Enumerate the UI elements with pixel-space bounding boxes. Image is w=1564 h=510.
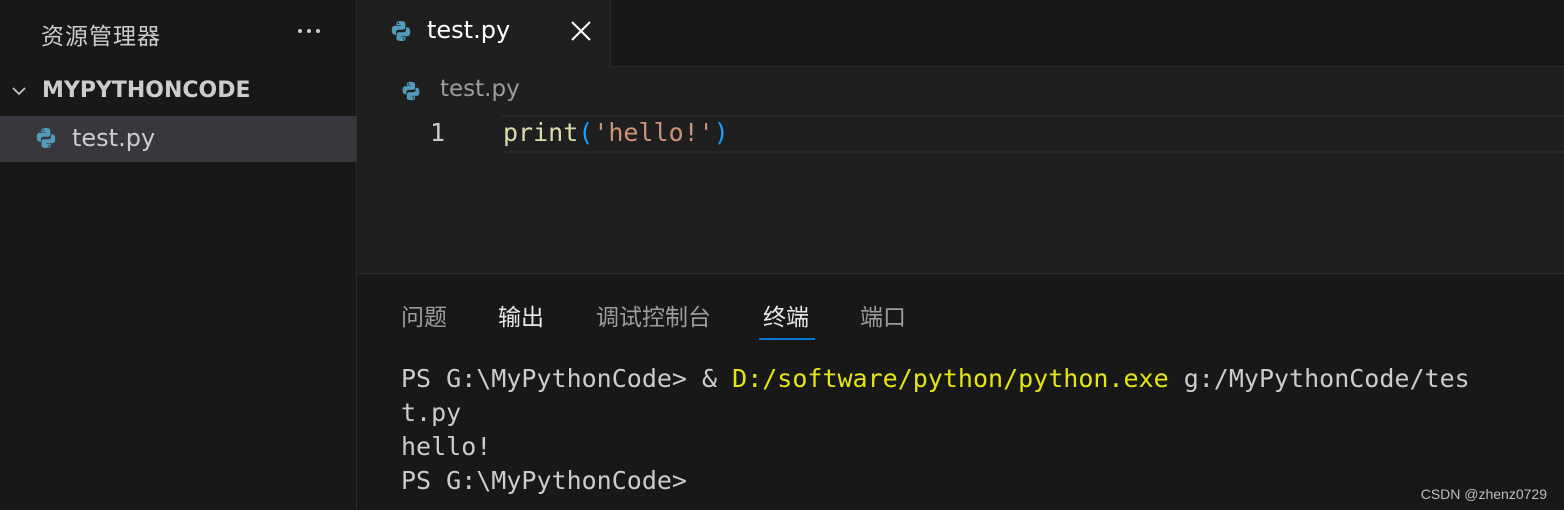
terminal-ampersand: & (702, 364, 733, 393)
tab-output[interactable]: 输出 (498, 298, 544, 332)
terminal-output[interactable]: PS G:\MyPythonCode> & D:/software/python… (401, 362, 1551, 498)
close-icon[interactable] (568, 18, 594, 44)
watermark-text: CSDN @zhenz0729 (1420, 486, 1547, 502)
terminal-prompt: PS G:\MyPythonCode> (401, 466, 687, 495)
file-item-label: test.py (72, 124, 156, 152)
tab-test-py[interactable]: test.py (358, 0, 611, 68)
python-file-icon (402, 81, 420, 101)
explorer-title: 资源管理器 (41, 24, 161, 50)
code-token-paren-open: ( (578, 118, 594, 147)
tab-ports[interactable]: 端口 (860, 298, 906, 332)
ellipsis-icon[interactable] (292, 14, 326, 48)
active-tab-indicator (759, 338, 815, 340)
python-file-icon (36, 128, 56, 148)
bottom-panel: 问题 输出 调试控制台 终端 端口 PS G:\MyPythonCode> & … (358, 273, 1564, 510)
folder-name: MYPYTHONCODE (42, 78, 251, 103)
tab-terminal[interactable]: 终端 (763, 298, 809, 332)
code-text[interactable]: print('hello!') (503, 118, 729, 147)
terminal-argument: g:/MyPythonCode/tes (1168, 364, 1470, 393)
code-token-paren-close: ) (713, 118, 729, 147)
code-token-function: print (503, 118, 579, 147)
tab-label: test.py (427, 16, 511, 44)
terminal-prompt: PS G:\MyPythonCode> (401, 364, 703, 393)
python-file-icon (391, 21, 411, 41)
editor-tab-bar: test.py (358, 0, 1564, 68)
code-token-string: 'hello!' (593, 118, 714, 147)
line-number: 1 (430, 118, 446, 147)
code-line[interactable]: 1 print('hello!') (358, 115, 1564, 153)
terminal-executable-path: D:/software/python/python.exe (732, 364, 1169, 393)
explorer-sidebar: 资源管理器 MYPYTHONCODE test.py (0, 0, 357, 510)
tab-debug-console[interactable]: 调试控制台 (596, 298, 711, 332)
breadcrumb-file-label: test.py (440, 76, 520, 102)
explorer-header: 资源管理器 (0, 0, 357, 64)
editor-area: test.py test.py 1 print('hello!') (358, 0, 1564, 273)
terminal-argument-wrap: t.py (401, 398, 462, 427)
folder-section-header[interactable]: MYPYTHONCODE (0, 70, 357, 114)
tab-problems[interactable]: 问题 (401, 298, 447, 332)
file-item-test-py[interactable]: test.py (0, 116, 357, 162)
vscode-window: 资源管理器 MYPYTHONCODE test.py test.py test.… (0, 0, 1564, 510)
terminal-program-output: hello! (401, 432, 492, 461)
breadcrumb[interactable]: test.py (358, 72, 1564, 112)
chevron-down-icon (12, 87, 26, 96)
